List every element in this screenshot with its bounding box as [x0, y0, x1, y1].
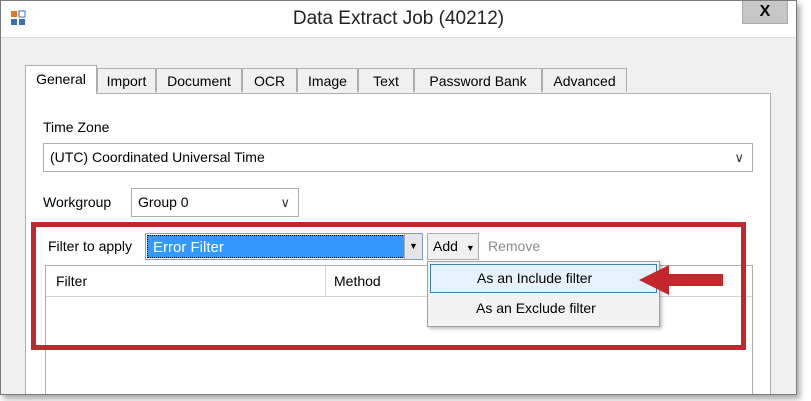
dialog-window: Data Extract Job (40212) X General Impor… — [0, 0, 797, 395]
workgroup-value: Group 0 — [138, 194, 189, 210]
chevron-down-icon: ∨ — [734, 150, 744, 165]
filter-selected-value: Error Filter — [147, 235, 405, 258]
menu-item-exclude-filter[interactable]: As an Exclude filter — [430, 295, 657, 324]
workgroup-label: Workgroup — [43, 194, 112, 210]
remove-filter-button[interactable]: Remove — [488, 238, 540, 254]
add-filter-menu: As an Include filter As an Exclude filte… — [427, 261, 660, 327]
tab-general[interactable]: General — [25, 65, 97, 94]
window-title: Data Extract Job (40212) — [292, 8, 505, 29]
caret-down-icon: ▼ — [465, 243, 475, 253]
tab-advanced[interactable]: Advanced — [542, 68, 627, 92]
tab-document[interactable]: Document — [156, 68, 242, 92]
time-zone-label: Time Zone — [43, 119, 110, 135]
column-header-filter[interactable]: Filter — [56, 273, 87, 289]
title-bar: Data Extract Job (40212) X — [1, 1, 796, 38]
column-separator — [325, 266, 326, 296]
close-button[interactable]: X — [742, 1, 788, 24]
workgroup-select[interactable]: Group 0 ∨ — [131, 188, 299, 217]
tab-import[interactable]: Import — [97, 68, 156, 92]
add-button-label: Add — [433, 238, 458, 254]
tab-password-bank[interactable]: Password Bank — [414, 68, 542, 92]
dropdown-arrow-icon[interactable]: ▼ — [404, 234, 422, 259]
filter-select[interactable]: Error Filter ▼ — [145, 233, 423, 260]
filter-to-apply-label: Filter to apply — [48, 238, 133, 254]
time-zone-value: (UTC) Coordinated Universal Time — [50, 149, 265, 165]
chevron-down-icon: ∨ — [280, 195, 290, 210]
add-filter-button[interactable]: Add ▼ — [427, 233, 479, 260]
column-header-method[interactable]: Method — [334, 273, 381, 289]
menu-item-include-filter[interactable]: As an Include filter — [430, 264, 657, 293]
time-zone-select[interactable]: (UTC) Coordinated Universal Time ∨ — [43, 143, 753, 172]
tab-ocr[interactable]: OCR — [242, 68, 297, 92]
tab-image[interactable]: Image — [297, 68, 358, 92]
tab-text[interactable]: Text — [358, 68, 414, 92]
annotation-arrow-icon — [639, 265, 723, 295]
